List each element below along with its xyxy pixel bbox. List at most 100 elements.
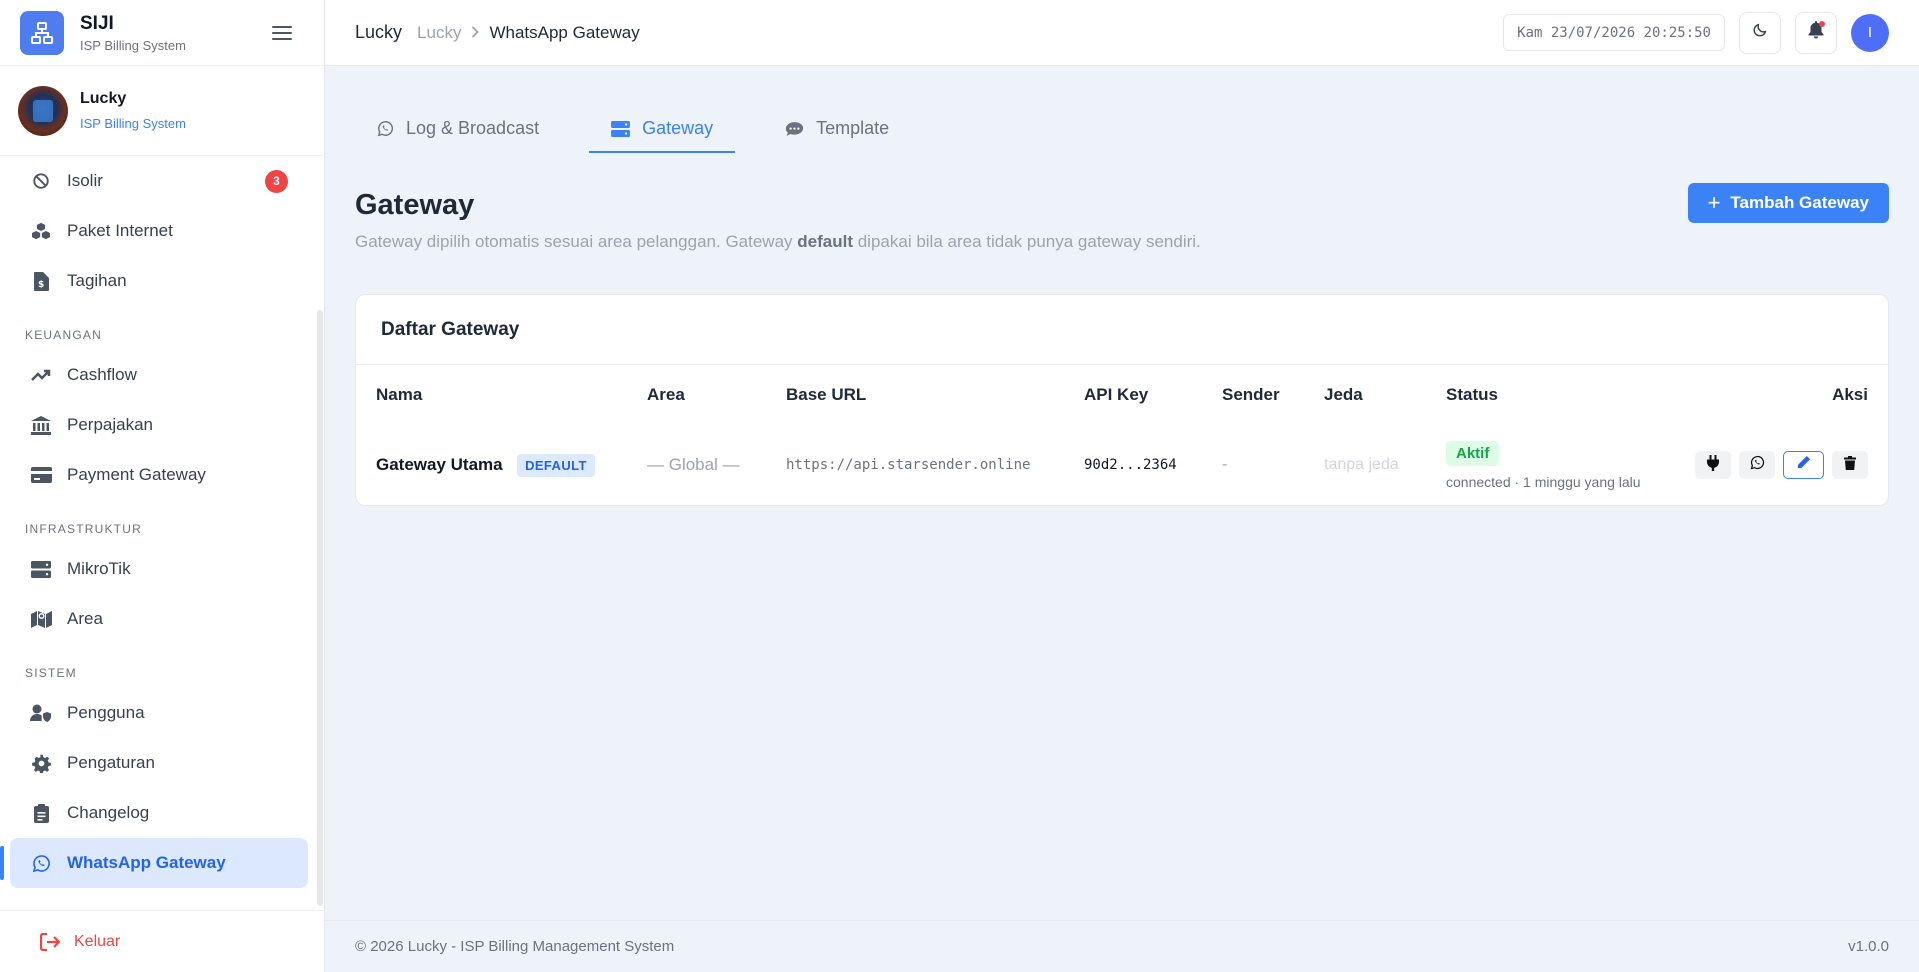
delete-button[interactable]: [1832, 451, 1868, 479]
sidebar-item-pengguna[interactable]: Pengguna: [10, 688, 308, 738]
sidebar-scrollbar[interactable]: [317, 156, 324, 908]
add-gateway-label: Tambah Gateway: [1730, 193, 1869, 212]
sidebar-item-whatsapp-gateway[interactable]: WhatsApp Gateway: [0, 838, 308, 888]
sidebar-item-changelog[interactable]: Changelog: [10, 788, 308, 838]
send-test-message-button[interactable]: [1739, 451, 1775, 479]
col-jeda: Jeda: [1324, 385, 1363, 404]
menu-toggle-icon[interactable]: [272, 22, 292, 44]
whatsapp-icon: [1750, 455, 1765, 475]
dark-mode-toggle[interactable]: [1739, 11, 1781, 54]
add-gateway-button[interactable]: + Tambah Gateway: [1687, 183, 1889, 223]
credit-card-icon: [30, 464, 52, 486]
status-badge: Aktif: [1446, 440, 1500, 466]
col-status: Status: [1446, 385, 1498, 404]
profile-subtitle: ISP Billing System: [80, 116, 186, 131]
invoice-icon: $: [30, 270, 52, 292]
sidebar-item-cashflow[interactable]: Cashflow: [10, 350, 308, 400]
sidebar-item-perpajakan[interactable]: Perpajakan: [10, 400, 308, 450]
notification-dot: [1819, 20, 1825, 27]
sidebar-item-isolir[interactable]: Isolir 3: [10, 156, 308, 206]
table-row: Gateway Utama DEFAULT — Global — https:/…: [356, 425, 1888, 505]
plug-icon: [1707, 454, 1719, 476]
sidebar-item-pengaturan[interactable]: Pengaturan: [10, 738, 308, 788]
sidebar-item-label: Isolir: [67, 171, 103, 190]
app-version: v1.0.0: [1848, 938, 1889, 955]
pencil-icon: [1796, 455, 1811, 475]
nav-section-keuangan: KEUANGAN: [25, 328, 102, 342]
desc-text-before: Gateway dipilih otomatis sesuai area pel…: [355, 232, 798, 251]
sidebar-item-area[interactable]: Area: [10, 594, 308, 644]
topbar: Lucky Lucky WhatsApp Gateway Kam 23/07/2…: [325, 0, 1919, 66]
sidebar-item-label: Area: [67, 609, 103, 628]
footer: © 2026 Lucky - ISP Billing Management Sy…: [325, 920, 1919, 972]
cell-api-key: 90d2...2364: [1084, 457, 1177, 473]
tab-label: Template: [816, 118, 890, 138]
footer-copyright: © 2026 Lucky - ISP Billing Management Sy…: [355, 938, 675, 955]
user-avatar[interactable]: I: [1851, 13, 1889, 52]
status-detail: connected · 1 minggu yang lalu: [1446, 473, 1641, 490]
sidebar-scrollbar-thumb[interactable]: [317, 310, 323, 906]
breadcrumb-parent[interactable]: Lucky: [417, 23, 461, 43]
brand-subtitle: ISP Billing System: [80, 37, 186, 53]
default-badge: DEFAULT: [517, 453, 595, 477]
logout-button[interactable]: Keluar: [0, 910, 325, 972]
cell-aksi: [1668, 425, 1888, 505]
col-api-key: API Key: [1084, 385, 1149, 404]
comments-icon: [785, 121, 804, 137]
desc-text-after: dipakai bila area tidak punya gateway se…: [853, 232, 1201, 251]
network-icon[interactable]: [20, 10, 64, 55]
sidebar-item-label: WhatsApp Gateway: [67, 853, 226, 872]
nav-section-infrastruktur: INFRASTRUKTUR: [25, 522, 142, 536]
chevron-right-icon: [471, 25, 480, 41]
sidebar-item-tagihan[interactable]: $ Tagihan: [10, 256, 308, 306]
datetime-display: Kam 23/07/2026 20:25:50: [1503, 14, 1725, 51]
sidebar-item-mikrotik[interactable]: MikroTik: [10, 544, 308, 594]
col-base-url: Base URL: [786, 385, 867, 404]
notifications-button[interactable]: [1795, 11, 1837, 54]
col-nama: Nama: [376, 385, 423, 404]
tab-bar: Log & Broadcast Gateway Template: [355, 66, 1889, 153]
moon-icon: [1752, 22, 1768, 43]
tab-template[interactable]: Template: [763, 106, 911, 153]
cell-nama: Gateway Utama DEFAULT: [356, 425, 627, 505]
page-description: Gateway dipilih otomatis sesuai area pel…: [355, 232, 1889, 252]
tab-gateway[interactable]: Gateway: [589, 106, 736, 153]
sidebar-item-label: MikroTik: [67, 559, 131, 578]
page-title: Gateway: [355, 189, 475, 221]
isolir-count-badge: 3: [265, 169, 288, 193]
cell-status: Aktif connected · 1 minggu yang lalu: [1426, 425, 1668, 505]
sidebar-item-label: Perpajakan: [67, 415, 154, 434]
logout-label: Keluar: [74, 932, 121, 950]
sidebar-item-paket-internet[interactable]: Paket Internet: [10, 206, 308, 256]
edit-button[interactable]: [1783, 451, 1824, 479]
col-area: Area: [647, 385, 685, 404]
tab-label: Gateway: [642, 118, 714, 138]
gateway-name: Gateway Utama: [376, 454, 503, 474]
logout-icon: [40, 932, 60, 951]
brand-name: SIJI: [80, 12, 114, 34]
sidebar-item-payment-gateway[interactable]: Payment Gateway: [10, 450, 308, 500]
clipboard-icon: [30, 802, 52, 824]
cubes-icon: [30, 220, 52, 242]
nav-section-sistem: SISTEM: [25, 666, 77, 680]
cell-jeda: tanpa jeda: [1324, 456, 1399, 473]
avatar: [18, 85, 68, 136]
sidebar: SIJI ISP Billing System Lucky ISP Billin…: [0, 0, 325, 972]
gateway-list-card: Daftar Gateway Nama Area Base URL API Ke…: [355, 294, 1889, 506]
test-connection-button[interactable]: [1695, 451, 1731, 479]
trend-up-icon: [30, 364, 52, 386]
server-icon: [611, 120, 631, 137]
card-title: Daftar Gateway: [356, 295, 1888, 365]
gateway-table: Nama Area Base URL API Key Sender Jeda S…: [356, 365, 1888, 505]
tab-log-broadcast[interactable]: Log & Broadcast: [355, 106, 561, 153]
tab-label: Log & Broadcast: [406, 118, 540, 138]
bank-icon: [30, 414, 52, 436]
gear-icon: [30, 752, 52, 774]
map-icon: [30, 608, 52, 630]
sidebar-item-label: Pengguna: [67, 703, 145, 722]
trash-icon: [1844, 455, 1856, 475]
plus-icon: +: [1707, 190, 1721, 215]
server-icon: [30, 558, 52, 580]
brand: SIJI ISP Billing System: [0, 0, 324, 66]
sidebar-item-label: Cashflow: [67, 365, 137, 384]
